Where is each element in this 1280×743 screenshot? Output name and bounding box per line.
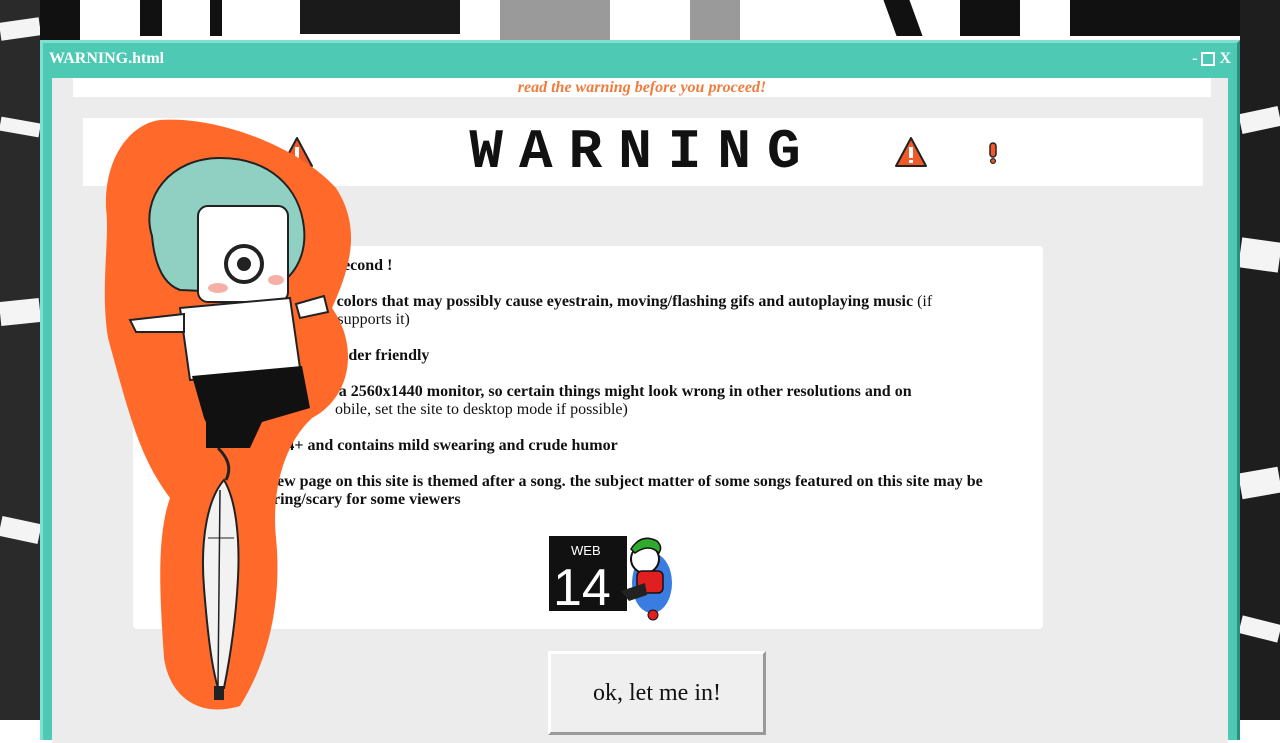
- window-controls: - X: [1192, 50, 1231, 68]
- maximize-button[interactable]: [1201, 52, 1216, 66]
- window-title: WARNING.html: [49, 50, 165, 67]
- mascot-illustration: [100, 118, 360, 714]
- window-titlebar[interactable]: WARNING.html - X: [43, 43, 1237, 75]
- badge-number: 14: [553, 559, 611, 617]
- warning-triangle-icon: [895, 137, 927, 167]
- list-item: s made with a 2560x1440 monitor, so cert…: [253, 383, 1023, 419]
- enter-button[interactable]: ok, let me in!: [548, 651, 766, 735]
- list-item: not screen reader friendly: [253, 347, 1023, 365]
- list-item: ted 14+ and contains mild swearing and c…: [253, 437, 1023, 455]
- warning-note: (if: [913, 293, 933, 310]
- list-item: d read for a second !: [253, 257, 1023, 275]
- web14-badge: WEB 14: [549, 531, 685, 621]
- top-note: read the warning before you proceed!: [73, 78, 1211, 97]
- minimize-button[interactable]: -: [1192, 50, 1197, 68]
- close-button[interactable]: X: [1219, 50, 1231, 68]
- badge-top-label: WEB: [571, 543, 601, 558]
- list-item: tains bright colors that may possibly ca…: [253, 293, 1023, 329]
- exclamation-icon: [989, 142, 997, 164]
- warning-note: obile, set the site to desktop mode if p…: [335, 401, 628, 418]
